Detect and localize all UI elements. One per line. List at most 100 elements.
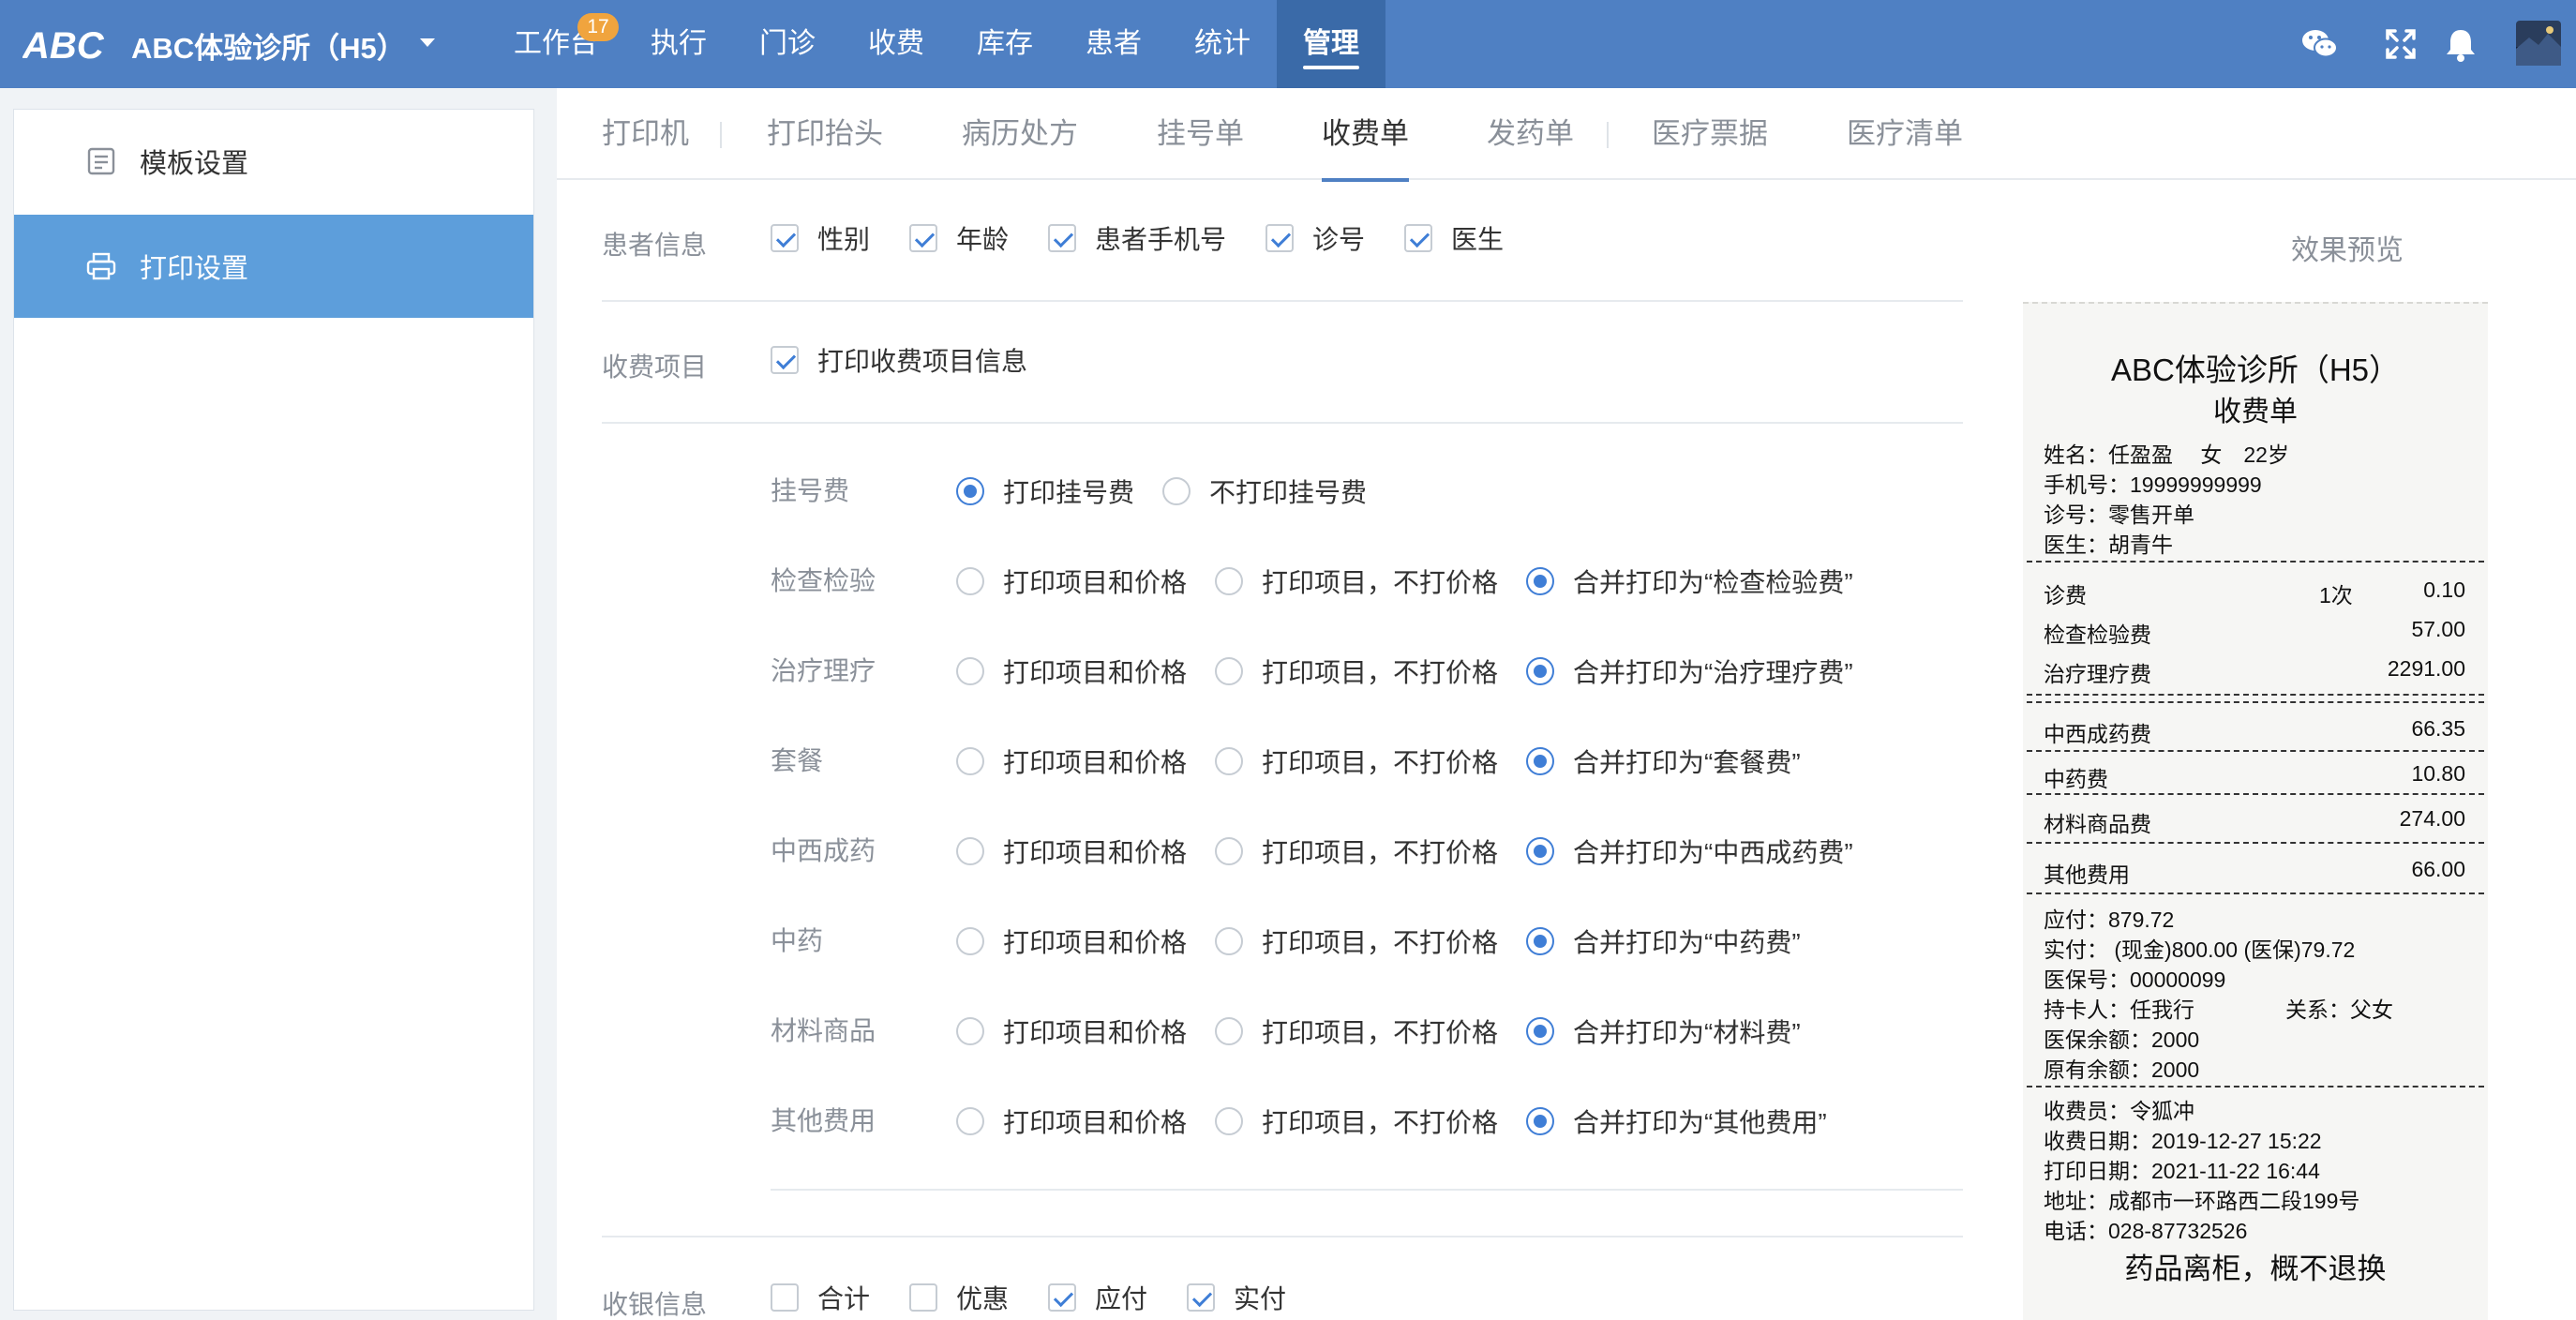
receipt-group-name: 材料商品费 (2044, 812, 2151, 836)
sidebar-item-print-settings[interactable]: 打印设置 (14, 215, 533, 318)
radio-dot (1526, 927, 1554, 955)
divider (771, 1189, 1963, 1191)
nav-charge[interactable]: 收费 (842, 0, 951, 88)
nav-management[interactable]: 管理 (1277, 0, 1385, 88)
radio-treatment-item-only[interactable]: 打印项目，不打价格 (1215, 652, 1498, 690)
checkbox-print-charge-items[interactable]: 打印收费项目信息 (771, 341, 1027, 379)
row-label-other-fees: 其他费用 (771, 1106, 876, 1135)
tab-divider (1607, 122, 1609, 148)
tab-registration-slip[interactable]: 挂号单 (1157, 88, 1244, 180)
radio-exam-merge[interactable]: 合并打印为“检查检验费” (1526, 562, 1853, 600)
nav-inventory[interactable]: 库存 (951, 0, 1059, 88)
radio-print-registration-fee[interactable]: 打印挂号费 (956, 472, 1134, 510)
radio-exam-item-price[interactable]: 打印项目和价格 (956, 562, 1187, 600)
workbench-badge: 17 (577, 13, 619, 41)
nav-outpatient[interactable]: 门诊 (733, 0, 842, 88)
radio-chinese-item-only[interactable]: 打印项目，不打价格 (1215, 922, 1498, 960)
receipt-group-amount: 10.80 (2411, 761, 2465, 786)
checkbox-box (1266, 224, 1294, 252)
receipt-divider (2027, 694, 2484, 696)
radio-western-item-price[interactable]: 打印项目和价格 (956, 832, 1187, 870)
checkbox-discount[interactable]: 优惠 (909, 1279, 1009, 1316)
clinic-name[interactable]: ABC体验诊所（H5） (131, 24, 406, 67)
radio-package-item-only[interactable]: 打印项目，不打价格 (1215, 742, 1498, 780)
receipt-divider (2027, 1086, 2484, 1088)
tab-medical-record[interactable]: 病历处方 (962, 88, 1078, 180)
radio-treatment-merge[interactable]: 合并打印为“治疗理疗费” (1526, 652, 1853, 690)
radio-dot (1526, 1017, 1554, 1045)
radio-western-merge[interactable]: 合并打印为“中西成药费” (1526, 832, 1853, 870)
receipt-title: 收费单 (2213, 397, 2298, 428)
receipt-divider (2027, 561, 2484, 562)
checkbox-patient-phone[interactable]: 患者手机号 (1048, 219, 1226, 257)
receipt-group-name: 其他费用 (2044, 862, 2130, 887)
clinic-dropdown-icon[interactable] (420, 38, 435, 47)
receipt-group-amount: 66.35 (2411, 716, 2465, 741)
radio-dot (956, 567, 984, 595)
radio-western-item-only[interactable]: 打印项目，不打价格 (1215, 832, 1498, 870)
sidebar-item-label: 模板设置 (140, 149, 249, 179)
radio-materials-item-only[interactable]: 打印项目，不打价格 (1215, 1012, 1498, 1050)
main-panel: 打印机 打印抬头 病历处方 挂号单 收费单 发药单 医疗票据 医疗清单 患者信息… (557, 88, 2576, 1320)
radio-exam-item-only[interactable]: 打印项目，不打价格 (1215, 562, 1498, 600)
nav-patient[interactable]: 患者 (1059, 0, 1168, 88)
fullscreen-icon[interactable] (2381, 24, 2420, 64)
top-nav-bar: ABC ABC体验诊所（H5） 工作台 17 执行 门诊 收费 库存 患者 统计… (0, 0, 2576, 88)
receipt-group-amount: 66.00 (2411, 857, 2465, 881)
checkbox-age[interactable]: 年龄 (909, 219, 1009, 257)
radio-other-item-only[interactable]: 打印项目，不打价格 (1215, 1102, 1498, 1140)
tab-medical-invoice[interactable]: 医疗票据 (1652, 88, 1768, 180)
checkbox-doctor[interactable]: 医生 (1404, 219, 1504, 257)
radio-other-merge[interactable]: 合并打印为“其他费用” (1526, 1102, 1827, 1140)
radio-dot (956, 1107, 984, 1135)
tab-printer[interactable]: 打印机 (602, 88, 689, 180)
tab-charge-slip[interactable]: 收费单 (1322, 88, 1409, 182)
receipt-divider (2027, 701, 2484, 703)
settings-sidebar: 模板设置 打印设置 (13, 109, 534, 1311)
receipt-divider (2027, 750, 2484, 752)
avatar[interactable] (2516, 21, 2561, 66)
receipt-preview: ABC体验诊所（H5） 收费单 姓名：任盈盈 女 22岁 手机号：1999999… (2023, 302, 2488, 1320)
nav-workbench[interactable]: 工作台 17 (487, 0, 624, 88)
receipt-original-balance: 原有余额：2000 (2044, 1058, 2200, 1082)
sidebar-item-template-settings[interactable]: 模板设置 (14, 110, 533, 213)
radio-dot (1215, 837, 1243, 865)
radio-dot (1526, 657, 1554, 685)
checkbox-gender[interactable]: 性别 (771, 219, 870, 257)
radio-no-print-registration-fee[interactable]: 不打印挂号费 (1162, 472, 1367, 510)
tab-print-header[interactable]: 打印抬头 (767, 88, 883, 180)
receipt-fee-qty: 1次 (2319, 583, 2353, 608)
checkbox-box (771, 346, 799, 374)
row-label-exam: 检查检验 (771, 566, 876, 595)
checkbox-box (909, 224, 937, 252)
registration-fee-label: 挂号费 (771, 476, 850, 505)
radio-materials-merge[interactable]: 合并打印为“材料费” (1526, 1012, 1801, 1050)
cashier-info-label: 收银信息 (602, 1290, 708, 1319)
radio-chinese-merge[interactable]: 合并打印为“中药费” (1526, 922, 1801, 960)
radio-chinese-item-price[interactable]: 打印项目和价格 (956, 922, 1187, 960)
checkbox-total[interactable]: 合计 (771, 1279, 870, 1316)
wechat-icon[interactable] (2300, 24, 2340, 64)
radio-treatment-item-price[interactable]: 打印项目和价格 (956, 652, 1187, 690)
bell-icon[interactable] (2441, 24, 2480, 64)
radio-package-merge[interactable]: 合并打印为“套餐费” (1526, 742, 1801, 780)
receipt-fee-amount: 57.00 (2411, 617, 2465, 641)
tab-dispensing-slip[interactable]: 发药单 (1487, 88, 1574, 180)
nav-statistics[interactable]: 统计 (1168, 0, 1277, 88)
checkbox-visit-no[interactable]: 诊号 (1266, 219, 1365, 257)
radio-other-item-price[interactable]: 打印项目和价格 (956, 1102, 1187, 1140)
row-label-package: 套餐 (771, 746, 824, 775)
checkbox-box (1187, 1283, 1215, 1312)
receipt-divider (2027, 892, 2484, 894)
tab-medical-list[interactable]: 医疗清单 (1847, 88, 1963, 180)
nav-execute[interactable]: 执行 (624, 0, 733, 88)
checkbox-payable[interactable]: 应付 (1048, 1279, 1147, 1316)
receipt-relation: 关系：父女 (2285, 998, 2393, 1022)
divider (602, 1236, 1963, 1238)
radio-materials-item-price[interactable]: 打印项目和价格 (956, 1012, 1187, 1050)
receipt-card-holder: 持卡人：任我行 (2044, 998, 2194, 1022)
receipt-group-name: 中西成药费 (2044, 722, 2151, 746)
row-label-treatment: 治疗理疗 (771, 656, 876, 685)
radio-package-item-price[interactable]: 打印项目和价格 (956, 742, 1187, 780)
checkbox-paid[interactable]: 实付 (1187, 1279, 1286, 1316)
